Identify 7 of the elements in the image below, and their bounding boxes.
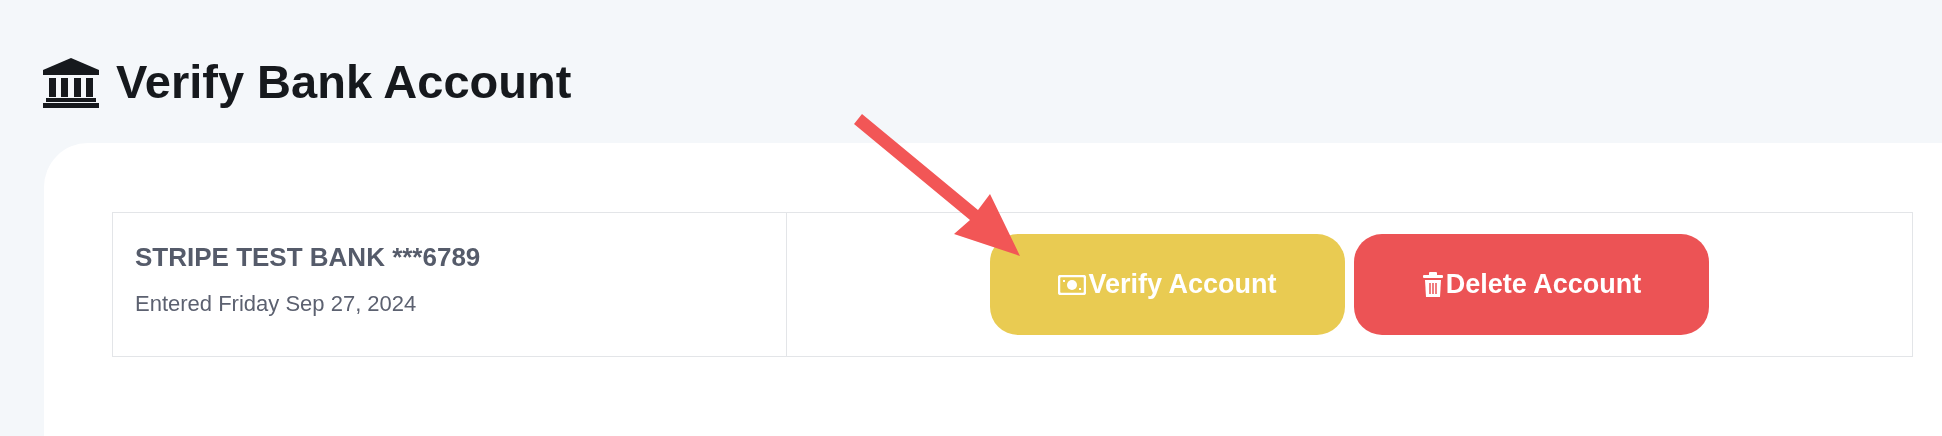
delete-button[interactable]: Delete Account <box>1354 234 1709 335</box>
entered-date: Entered Friday Sep 27, 2024 <box>135 290 418 318</box>
bank-icon <box>42 58 100 108</box>
banknote-icon <box>1058 274 1087 295</box>
trash-icon <box>1421 271 1444 298</box>
page-title: Verify Bank Account <box>116 54 572 110</box>
account-name: STRIPE TEST BANK ***6789 <box>135 241 482 274</box>
